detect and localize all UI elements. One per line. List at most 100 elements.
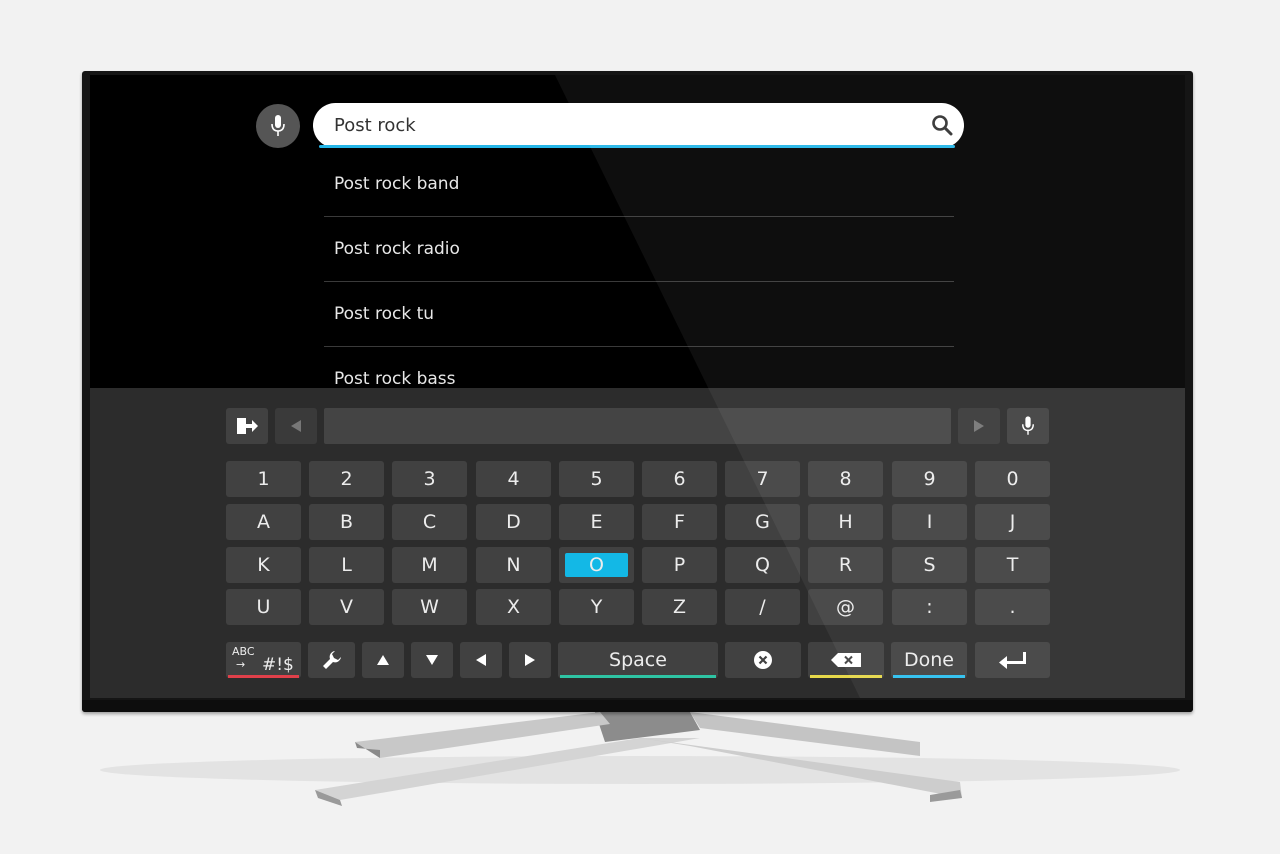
key-7[interactable]: 7: [725, 461, 800, 497]
key-2[interactable]: 2: [309, 461, 384, 497]
key-label: J: [1009, 511, 1016, 533]
suggestion-label: Post rock band: [334, 174, 460, 194]
key-.[interactable]: .: [975, 589, 1050, 625]
key-O[interactable]: O: [559, 547, 634, 583]
key-X[interactable]: X: [476, 589, 551, 625]
key-0[interactable]: 0: [975, 461, 1050, 497]
suggestion-item[interactable]: Post rock band: [324, 152, 954, 217]
key-L[interactable]: L: [309, 547, 384, 583]
suggestion-item[interactable]: Post rock radio: [324, 217, 954, 282]
search-query-text: Post rock: [334, 115, 416, 136]
cursor-right-button[interactable]: [958, 408, 1000, 444]
key-label: :: [926, 596, 933, 618]
clear-icon: [754, 651, 772, 669]
microphone-icon: [271, 115, 285, 136]
nav-down-button[interactable]: [411, 642, 453, 678]
key-S[interactable]: S: [892, 547, 967, 583]
key-label: 5: [590, 468, 603, 490]
key-:[interactable]: :: [892, 589, 967, 625]
key-9[interactable]: 9: [892, 461, 967, 497]
key-label: D: [506, 511, 521, 533]
cursor-left-button[interactable]: [275, 408, 317, 444]
key-label: G: [755, 511, 770, 533]
mode-label-abc: ABC: [232, 645, 255, 658]
key-F[interactable]: F: [642, 504, 717, 540]
key-P[interactable]: P: [642, 547, 717, 583]
key-label: 9: [923, 468, 936, 490]
key-M[interactable]: M: [392, 547, 467, 583]
key-V[interactable]: V: [309, 589, 384, 625]
keyboard-input-field[interactable]: [324, 408, 951, 444]
done-label: Done: [904, 649, 954, 671]
key-label: A: [257, 511, 270, 533]
key-1[interactable]: 1: [226, 461, 301, 497]
key-D[interactable]: D: [476, 504, 551, 540]
nav-up-button[interactable]: [362, 642, 404, 678]
key-label: K: [257, 554, 270, 576]
key-label: 1: [257, 468, 270, 490]
key-K[interactable]: K: [226, 547, 301, 583]
key-5[interactable]: 5: [559, 461, 634, 497]
enter-icon: [998, 652, 1026, 669]
key-@[interactable]: @: [808, 589, 883, 625]
arrow-right-icon: [974, 420, 984, 432]
key-U[interactable]: U: [226, 589, 301, 625]
key-B[interactable]: B: [309, 504, 384, 540]
suggestion-label: Post rock radio: [334, 239, 460, 259]
key-G[interactable]: G: [725, 504, 800, 540]
key-I[interactable]: I: [892, 504, 967, 540]
key-label: S: [923, 554, 936, 576]
key-label: W: [420, 596, 439, 618]
search-icon[interactable]: [931, 114, 953, 136]
key-label: 3: [423, 468, 436, 490]
keyboard-voice-button[interactable]: [1007, 408, 1049, 444]
yellow-color-bar: [810, 675, 882, 678]
key-T[interactable]: T: [975, 547, 1050, 583]
key-label: @: [836, 596, 855, 618]
key-Z[interactable]: Z: [642, 589, 717, 625]
exit-keyboard-button[interactable]: [226, 408, 268, 444]
done-button[interactable]: Done: [891, 642, 967, 678]
key-label: V: [340, 596, 353, 618]
key-label: Z: [672, 596, 687, 618]
suggestion-item[interactable]: Post rock tu: [324, 282, 954, 347]
key-label: C: [422, 511, 437, 533]
on-screen-keyboard: 1 2 3 4 5 6 7 8 9 0 A B C D E F G H I J K L M N O P Q R S T U V W X Y Z / @:.…: [90, 388, 1185, 698]
key-E[interactable]: E: [559, 504, 634, 540]
key-8[interactable]: 8: [808, 461, 883, 497]
key-label: 0: [1006, 468, 1019, 490]
key-label: F: [674, 511, 685, 533]
key-label: /: [759, 596, 766, 618]
key-4[interactable]: 4: [476, 461, 551, 497]
clear-button[interactable]: [725, 642, 801, 678]
space-button[interactable]: Space: [558, 642, 718, 678]
key-R[interactable]: R: [808, 547, 883, 583]
backspace-icon: [831, 653, 861, 667]
triangle-up-icon: [377, 655, 389, 665]
exit-icon: [237, 418, 258, 434]
key-6[interactable]: 6: [642, 461, 717, 497]
key-C[interactable]: C: [392, 504, 467, 540]
key-Y[interactable]: Y: [559, 589, 634, 625]
key-H[interactable]: H: [808, 504, 883, 540]
key-Q[interactable]: Q: [725, 547, 800, 583]
key-label: .: [1009, 596, 1016, 618]
key-/[interactable]: /: [725, 589, 800, 625]
mode-switch-button[interactable]: ABC → #!$: [226, 642, 301, 678]
nav-right-button[interactable]: [509, 642, 551, 678]
key-A[interactable]: A: [226, 504, 301, 540]
settings-button[interactable]: [308, 642, 355, 678]
key-J[interactable]: J: [975, 504, 1050, 540]
enter-button[interactable]: [975, 642, 1050, 678]
key-label: 2: [340, 468, 353, 490]
triangle-down-icon: [426, 655, 438, 665]
search-input[interactable]: Post rock: [313, 103, 964, 148]
key-N[interactable]: N: [476, 547, 551, 583]
key-label: L: [341, 554, 352, 576]
key-3[interactable]: 3: [392, 461, 467, 497]
backspace-button[interactable]: [808, 642, 884, 678]
key-label: P: [673, 554, 686, 576]
voice-search-button[interactable]: [256, 104, 300, 148]
key-W[interactable]: W: [392, 589, 467, 625]
nav-left-button[interactable]: [460, 642, 502, 678]
